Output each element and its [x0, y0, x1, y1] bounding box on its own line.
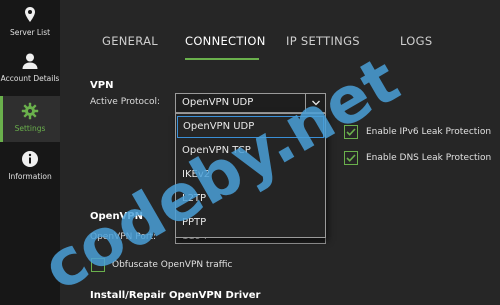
map-pin-icon — [25, 7, 35, 22]
protocol-dropdown-list: OpenVPN UDP OpenVPN TCP IKEv2 L2TP PPTP — [175, 113, 326, 238]
checkmark-icon — [346, 154, 356, 162]
tab-active-underline — [185, 58, 259, 60]
tab-ip-settings[interactable]: IP SETTINGS — [286, 34, 360, 48]
chevron-down-icon[interactable] — [305, 94, 325, 112]
obfuscate-label: Obfuscate OpenVPN traffic — [112, 260, 233, 270]
dns-leak-label: Enable DNS Leak Protection — [366, 153, 492, 163]
ipv6-leak-checkbox[interactable] — [344, 125, 358, 139]
sidebar-item-server-list[interactable]: Server List — [0, 6, 60, 42]
sidebar: Server List Account Details Settings Inf… — [0, 0, 60, 305]
openvpn-port-label: OpenVPN Port: — [90, 232, 157, 242]
sidebar-item-label: Information — [8, 172, 52, 181]
sidebar-item-label: Settings — [14, 124, 46, 133]
active-protocol-value: OpenVPN UDP — [182, 97, 254, 108]
install-driver-title: Install/Repair OpenVPN Driver — [90, 290, 261, 301]
dns-leak-checkbox[interactable] — [344, 151, 358, 165]
active-indicator — [0, 96, 3, 142]
sidebar-item-account-details[interactable]: Account Details — [0, 52, 60, 92]
sidebar-item-settings[interactable]: Settings — [0, 96, 60, 142]
gear-icon — [21, 102, 39, 120]
sidebar-item-label: Account Details — [0, 74, 60, 83]
user-icon — [22, 53, 38, 69]
vpn-section-title: VPN — [90, 80, 114, 91]
tab-connection[interactable]: CONNECTION — [185, 34, 266, 48]
active-protocol-select[interactable]: OpenVPN UDP — [175, 93, 326, 113]
obfuscate-checkbox[interactable] — [91, 258, 105, 272]
active-protocol-label: Active Protocol: — [90, 97, 161, 107]
info-icon — [22, 151, 38, 167]
app-window: Server List Account Details Settings Inf… — [0, 0, 500, 305]
sidebar-item-information[interactable]: Information — [0, 150, 60, 190]
tab-logs[interactable]: LOGS — [400, 34, 432, 48]
tab-general[interactable]: GENERAL — [102, 34, 158, 48]
dropdown-option[interactable]: IKEv2 — [177, 165, 324, 187]
tab-bar: GENERAL CONNECTION IP SETTINGS LOGS — [60, 0, 500, 75]
dropdown-option[interactable]: OpenVPN UDP — [177, 116, 324, 138]
dropdown-option[interactable]: OpenVPN TCP — [177, 141, 324, 163]
checkmark-icon — [346, 128, 356, 136]
dropdown-option[interactable]: L2TP — [177, 189, 324, 211]
ipv6-leak-label: Enable IPv6 Leak Protection — [366, 127, 492, 137]
openvpn-section-title: OpenVPN — [90, 211, 143, 222]
sidebar-item-label: Server List — [9, 28, 51, 37]
dropdown-option[interactable]: PPTP — [177, 213, 324, 235]
